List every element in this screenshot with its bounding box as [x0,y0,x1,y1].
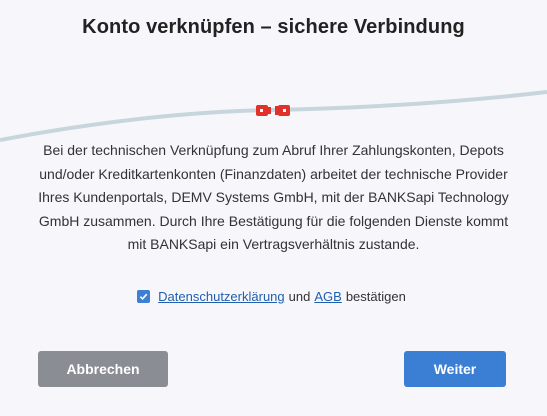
check-icon [139,293,148,301]
consent-and-text: und [288,289,311,304]
consent-confirm-text: bestätigen [345,289,406,304]
cancel-button[interactable]: Abbrechen [38,351,168,387]
consent-row: Datenschutzerklärung und AGB bestätigen [0,289,547,304]
dialog-title: Konto verknüpfen – sichere Verbindung [82,16,465,38]
terms-link[interactable]: AGB [314,289,341,304]
connect-account-dialog: Konto verknüpfen – sichere Verbindung Be… [0,0,547,416]
dialog-description: Bei der technischen Verknüpfung zum Abru… [38,142,509,252]
privacy-policy-link[interactable]: Datenschutzerklärung [158,289,284,304]
cable-line [0,90,547,142]
next-button[interactable]: Weiter [404,351,506,387]
consent-checkbox[interactable] [137,290,151,303]
